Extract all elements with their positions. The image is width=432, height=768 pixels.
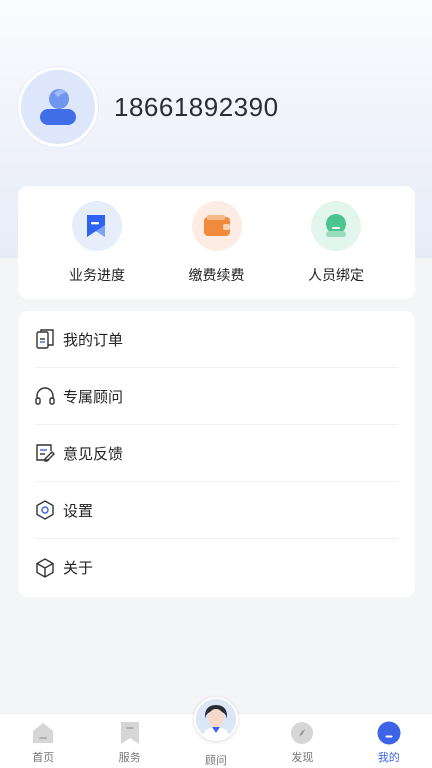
menu-item-label: 我的订单 — [63, 330, 124, 349]
user-avatar[interactable] — [18, 67, 98, 147]
menu-item-orders[interactable]: 我的订单 — [35, 311, 398, 368]
tab-label: 顾问 — [204, 754, 227, 767]
headset-icon — [35, 386, 55, 406]
bottom-tab-bar: 首页 服务 顾问 发现 我的 — [0, 697, 432, 768]
box-icon — [35, 557, 55, 578]
user-phone: 18661892390 — [114, 91, 279, 122]
wallet-icon — [191, 201, 242, 251]
progress-flag-icon — [72, 201, 122, 251]
tab-label: 服务 — [118, 751, 141, 764]
tab-label: 首页 — [32, 751, 55, 764]
user-avatar-icon — [40, 89, 76, 125]
bookmark-icon — [118, 721, 142, 745]
settings-hexagon-icon — [35, 500, 55, 520]
menu-item-feedback[interactable]: 意见反馈 — [35, 425, 398, 482]
home-icon — [31, 721, 55, 745]
profile-section: 18661892390 — [18, 67, 279, 147]
tab-label: 发现 — [291, 751, 314, 764]
quick-action-bind[interactable]: 人员绑定 — [281, 186, 391, 299]
menu-item-label: 关于 — [63, 559, 94, 577]
compass-icon — [290, 721, 314, 745]
menu-item-advisor[interactable]: 专属顾问 — [35, 368, 398, 425]
menu-list: 我的订单 专属顾问 意见反馈 设置 关于 — [18, 311, 415, 597]
advisor-avatar-icon — [193, 697, 238, 741]
quick-action-payment[interactable]: 缴费续费 — [162, 186, 272, 299]
menu-item-label: 意见反馈 — [63, 444, 124, 463]
tab-advisor[interactable]: 顾问 — [173, 697, 259, 768]
person-bind-icon — [311, 201, 361, 251]
feedback-edit-icon — [35, 443, 55, 463]
quick-action-label: 业务进度 — [69, 268, 125, 284]
menu-item-label: 专属顾问 — [63, 387, 124, 406]
menu-item-label: 设置 — [63, 501, 94, 520]
quick-actions-card: 业务进度 缴费续费 人员绑定 — [18, 186, 415, 299]
menu-item-about[interactable]: 关于 — [35, 539, 398, 596]
quick-action-label: 缴费续费 — [188, 268, 245, 284]
quick-action-label: 人员绑定 — [308, 268, 364, 284]
tab-discover[interactable]: 发现 — [259, 714, 345, 768]
menu-item-settings[interactable]: 设置 — [35, 482, 398, 539]
tab-label: 我的 — [377, 751, 400, 764]
document-icon — [35, 329, 55, 349]
tab-service[interactable]: 服务 — [87, 714, 173, 768]
tab-me[interactable]: 我的 — [346, 714, 432, 768]
tab-home[interactable]: 首页 — [0, 714, 86, 768]
quick-action-progress[interactable]: 业务进度 — [42, 186, 152, 299]
me-icon — [377, 721, 401, 745]
